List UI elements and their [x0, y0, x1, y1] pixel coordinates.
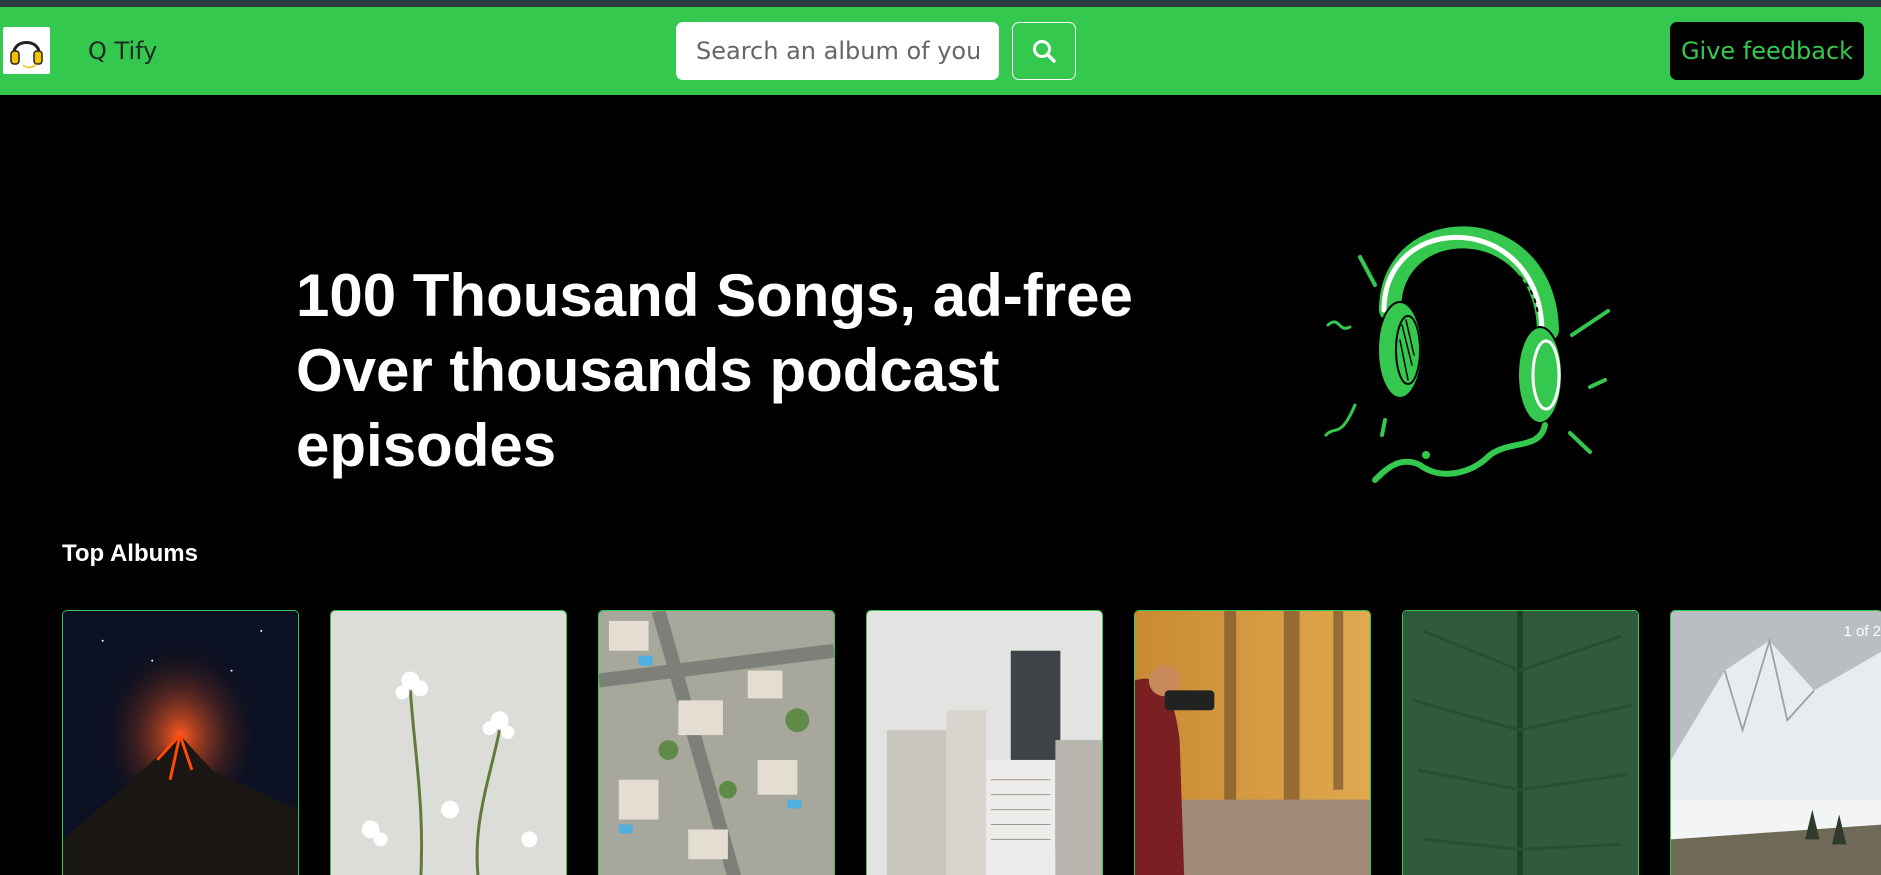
album-image-snowy-mountains	[1671, 611, 1881, 875]
album-card[interactable]	[866, 610, 1103, 875]
album-image-photographer-forest	[1135, 611, 1370, 875]
carousel-page-indicator: 1 of 2	[1843, 623, 1881, 640]
hero-line-2: Over thousands podcast	[296, 337, 1000, 404]
hero-line-3: episodes	[296, 412, 557, 479]
album-card[interactable]: 1 of 2	[1670, 610, 1881, 875]
headphones-logo-icon[interactable]	[3, 27, 50, 74]
hero-headphones-illustration-icon	[1320, 215, 1620, 495]
browser-top-strip	[0, 0, 1881, 7]
album-image-white-flowers	[331, 611, 566, 875]
top-albums-title: Top Albums	[62, 540, 198, 567]
album-card[interactable]	[1402, 610, 1639, 875]
album-image-green-leaf	[1403, 611, 1638, 875]
app-brand-name[interactable]: Q Tify	[88, 37, 157, 65]
give-feedback-button[interactable]: Give feedback	[1670, 22, 1864, 80]
album-card[interactable]	[330, 610, 567, 875]
album-image-city-buildings	[867, 611, 1102, 875]
search-input[interactable]	[676, 22, 999, 80]
album-card[interactable]	[1134, 610, 1371, 875]
hero-headline: 100 Thousand Songs, ad-free Over thousan…	[296, 258, 1156, 483]
album-image-volcano-night	[63, 611, 298, 875]
hero-line-1: 100 Thousand Songs, ad-free	[296, 262, 1133, 329]
album-card[interactable]	[598, 610, 835, 875]
album-card[interactable]	[62, 610, 299, 875]
navbar: Q Tify Give feedback	[0, 7, 1881, 95]
search-icon	[1033, 40, 1056, 63]
search-button[interactable]	[1012, 22, 1076, 80]
album-image-aerial-houses	[599, 611, 834, 875]
